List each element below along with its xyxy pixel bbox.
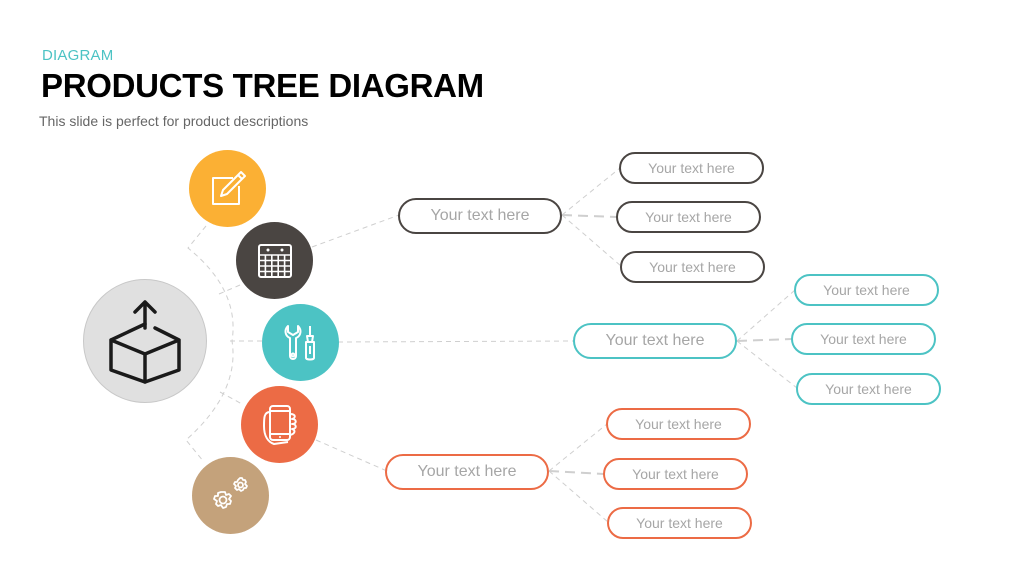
hub-circle	[83, 279, 207, 403]
smartphone-hand-icon	[262, 404, 297, 445]
branch-3-leaf-1[interactable]: Your text here	[606, 408, 751, 440]
connector-arc-calendar	[218, 284, 241, 295]
connector-phone-main3	[315, 439, 388, 472]
tools-icon	[284, 324, 315, 360]
calendar-icon	[257, 243, 292, 278]
branch-2-leaf-2[interactable]: Your text here	[791, 323, 936, 355]
icon-node-edit[interactable]	[189, 150, 266, 227]
branch-2-leaf-3[interactable]: Your text here	[796, 373, 941, 405]
branch-3-leaf-3[interactable]: Your text here	[607, 507, 752, 539]
connector-arc-phone	[219, 391, 243, 405]
icon-node-calendar[interactable]	[236, 222, 313, 299]
branch-3-leaf-2[interactable]: Your text here	[603, 458, 748, 490]
gears-icon	[212, 476, 248, 509]
branch-2-leaf-1[interactable]: Your text here	[794, 274, 939, 306]
icon-node-tools[interactable]	[262, 304, 339, 381]
edit-pencil-icon	[211, 170, 246, 205]
connector-tools-main2	[337, 340, 575, 343]
branch-1-leaf-3[interactable]: Your text here	[620, 251, 765, 283]
connector-calendar-main1	[311, 214, 400, 248]
box-upload-icon	[109, 300, 181, 384]
branch-2-main[interactable]: Your text here	[573, 323, 737, 359]
branch-3-main[interactable]: Your text here	[385, 454, 549, 490]
icon-node-phone[interactable]	[241, 386, 318, 463]
branch-1-leaf-2[interactable]: Your text here	[616, 201, 761, 233]
icon-node-gears[interactable]	[192, 457, 269, 534]
branch-1-leaf-1[interactable]: Your text here	[619, 152, 764, 184]
branch-1-main[interactable]: Your text here	[398, 198, 562, 234]
